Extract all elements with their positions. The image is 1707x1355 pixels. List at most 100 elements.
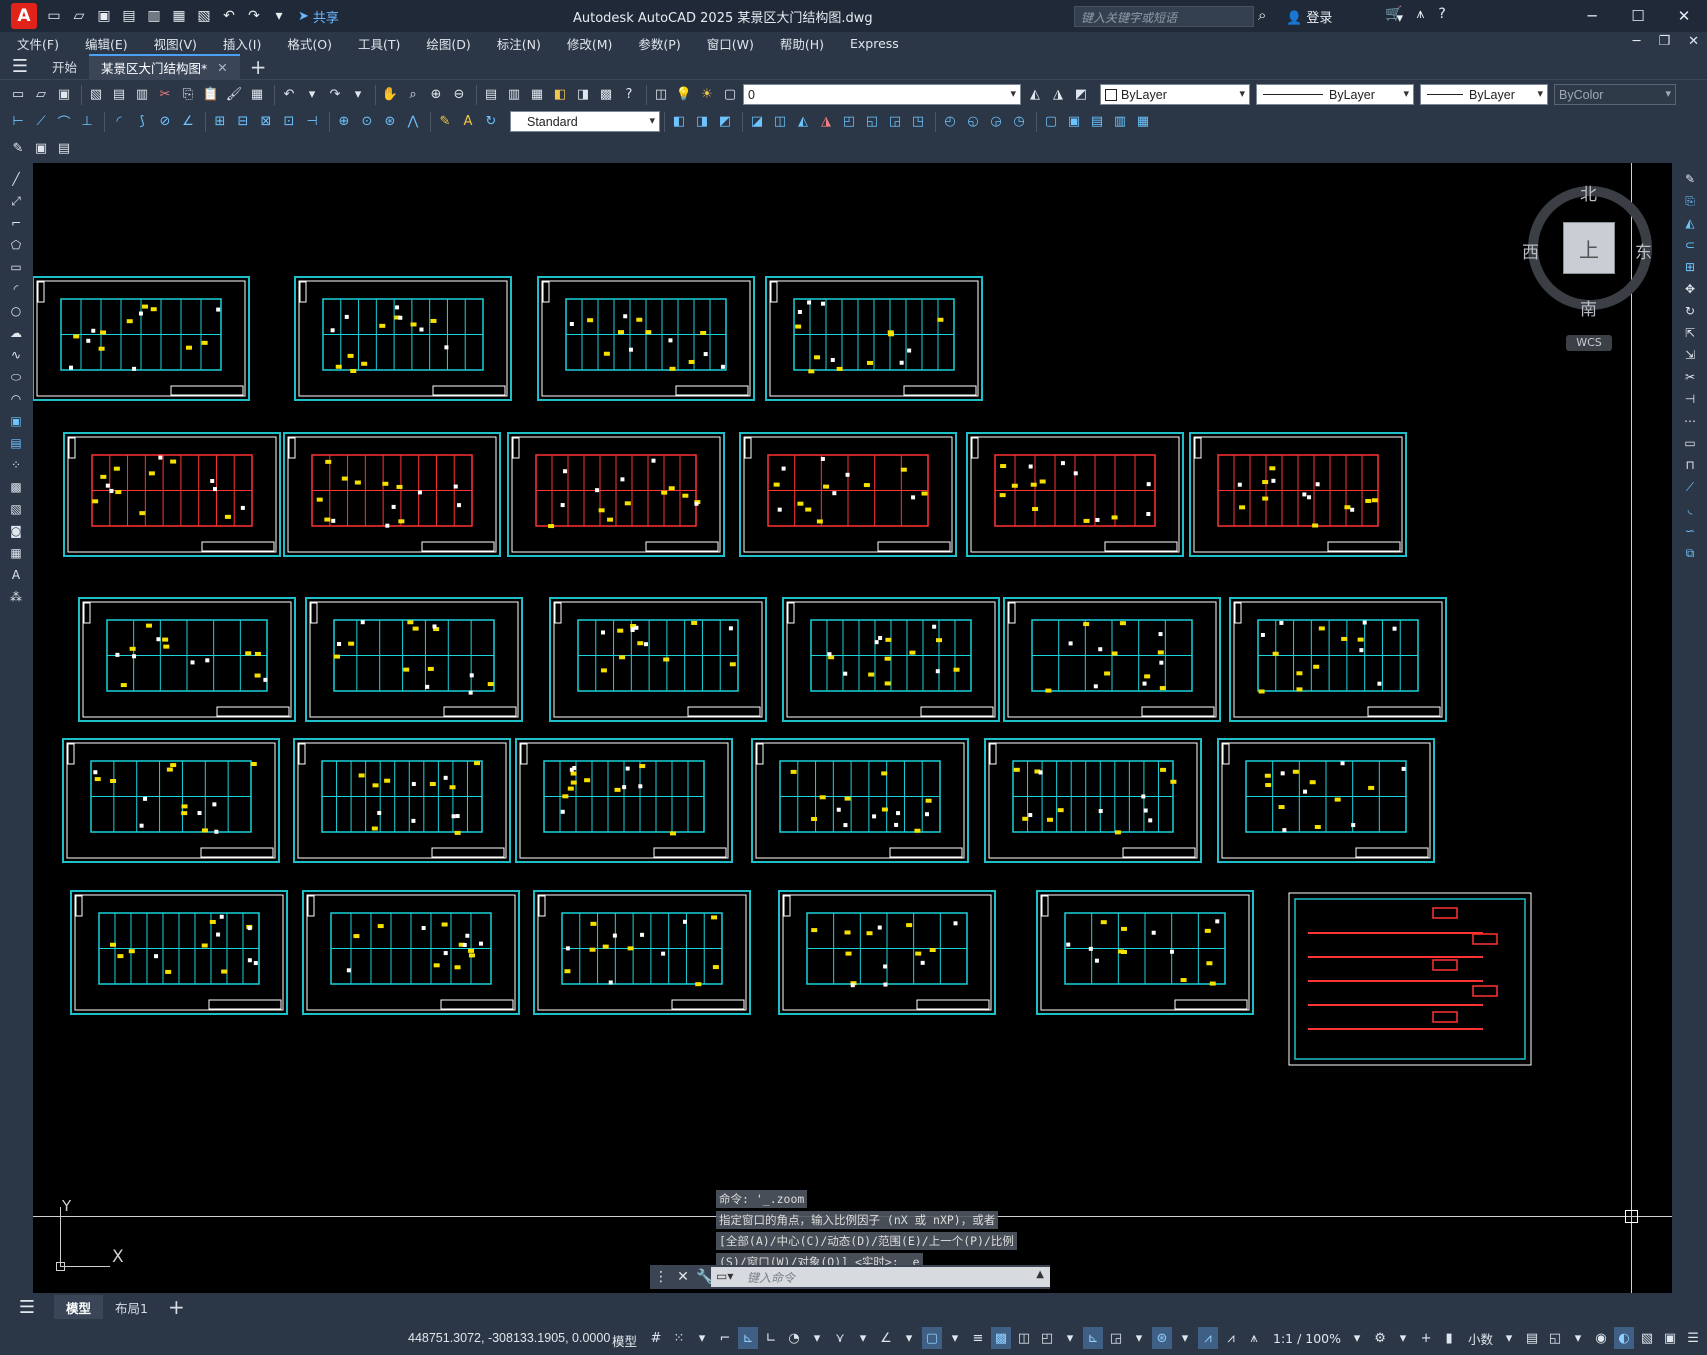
plot-icon[interactable]: ▧ bbox=[86, 85, 106, 105]
snap-icon[interactable]: ⁙ bbox=[669, 1327, 689, 1349]
spline-icon[interactable]: ∿ bbox=[6, 345, 26, 365]
open-icon[interactable]: ▱ bbox=[31, 85, 51, 105]
cart-icon[interactable]: 🛒 bbox=[1385, 6, 1402, 22]
break-at-point-icon[interactable]: ⋯ bbox=[1680, 411, 1700, 431]
lineweight-icon[interactable]: ≡ bbox=[968, 1327, 988, 1349]
menu-edit[interactable]: 编辑(E) bbox=[85, 34, 128, 53]
attribute-manager-icon[interactable]: ▤ bbox=[54, 139, 74, 159]
insert-block-icon[interactable]: ▣ bbox=[6, 411, 26, 431]
make-current-icon[interactable]: ◭ bbox=[1025, 85, 1045, 105]
help-icon[interactable]: ? bbox=[1438, 6, 1445, 22]
isodraft-icon[interactable]: ⋎ bbox=[830, 1327, 850, 1349]
model-space-toggle[interactable]: 模型 bbox=[612, 1331, 637, 1350]
menu-window[interactable]: 窗口(W) bbox=[707, 34, 754, 53]
menu-help[interactable]: 帮助(H) bbox=[780, 34, 824, 53]
jogged-linear-icon[interactable]: ⋀ bbox=[403, 112, 423, 132]
arc-length-icon[interactable]: ⌒ bbox=[54, 112, 74, 132]
save-icon[interactable]: ▣ bbox=[93, 5, 115, 27]
stretch-icon[interactable]: ⇲ bbox=[1680, 345, 1700, 365]
box-icon[interactable]: ◧ bbox=[669, 112, 689, 132]
3d-osnap-dropdown-icon[interactable]: ▾ bbox=[1060, 1327, 1080, 1349]
drawing-sheet[interactable] bbox=[1217, 738, 1435, 863]
tab-close-icon[interactable]: ✕ bbox=[217, 60, 227, 75]
dynamic-ucs-icon[interactable]: ⊾ bbox=[1083, 1327, 1103, 1349]
command-grip-icon[interactable]: ⋮ bbox=[650, 1269, 672, 1285]
add-selected-icon[interactable]: ⁂ bbox=[6, 587, 26, 607]
print-icon[interactable]: ▧ bbox=[193, 5, 215, 27]
doc-minimize-icon[interactable]: ─ bbox=[1633, 34, 1641, 49]
redo-dropdown-icon[interactable]: ▾ bbox=[348, 85, 368, 105]
lock-dropdown-icon[interactable]: ▾ bbox=[1568, 1327, 1588, 1349]
continue-dim-icon[interactable]: ⊠ bbox=[256, 112, 276, 132]
drawing-sheet[interactable] bbox=[283, 432, 501, 557]
jogged-dim-icon[interactable]: ⟆ bbox=[132, 112, 152, 132]
redo-icon[interactable]: ↷ bbox=[243, 5, 265, 27]
polyline-icon[interactable]: ⌐ bbox=[6, 213, 26, 233]
units-dropdown-icon[interactable]: ▾ bbox=[1499, 1327, 1519, 1349]
move-icon[interactable]: ✥ bbox=[1680, 279, 1700, 299]
multiline-text-icon[interactable]: A bbox=[6, 565, 26, 585]
array-icon[interactable]: ⊞ bbox=[1680, 257, 1700, 277]
drawing-sheet[interactable] bbox=[294, 276, 512, 401]
drawing-sheet[interactable] bbox=[78, 597, 296, 722]
trim-icon[interactable]: ✂ bbox=[1680, 367, 1700, 387]
calculator-icon[interactable]: ▩ bbox=[596, 85, 616, 105]
tab-model[interactable]: 模型 bbox=[54, 1295, 104, 1319]
line-icon[interactable]: ╱ bbox=[6, 169, 26, 189]
annotation-monitor-icon[interactable]: + bbox=[1416, 1327, 1436, 1349]
object-snap-icon[interactable]: ▢ bbox=[922, 1327, 942, 1349]
drawing-sheet[interactable] bbox=[70, 890, 288, 1015]
layer-on-icon[interactable]: 💡 bbox=[674, 85, 694, 105]
tool-palettes-icon[interactable]: ▦ bbox=[527, 85, 547, 105]
quick-properties-icon[interactable]: ▤ bbox=[1522, 1327, 1542, 1349]
table-icon[interactable]: ▦ bbox=[6, 543, 26, 563]
drawing-sheet[interactable] bbox=[778, 890, 996, 1015]
minimize-icon[interactable]: ─ bbox=[1569, 0, 1615, 32]
gradient-icon[interactable]: ▧ bbox=[6, 499, 26, 519]
add-layout-icon[interactable]: + bbox=[168, 1295, 185, 1319]
new-tab-icon[interactable]: + bbox=[250, 55, 267, 79]
make-block-icon[interactable]: ▤ bbox=[6, 433, 26, 453]
filter-dropdown-icon[interactable]: ▾ bbox=[1129, 1327, 1149, 1349]
maximize-icon[interactable]: ☐ bbox=[1615, 0, 1661, 32]
cut-icon[interactable]: ✂ bbox=[155, 85, 175, 105]
dynamic-input-icon[interactable]: ⊾ bbox=[738, 1327, 758, 1349]
color-dropdown[interactable]: ByLayer ▾ bbox=[1100, 84, 1250, 105]
autocad-logo-icon[interactable]: A bbox=[11, 3, 37, 29]
zoom-window-icon[interactable]: ⊕ bbox=[426, 85, 446, 105]
menu-icon[interactable]: ☰ bbox=[0, 56, 40, 77]
properties-icon[interactable]: ▤ bbox=[481, 85, 501, 105]
coordinates-readout[interactable]: 448751.3072, -308133.1905, 0.0000 bbox=[408, 1331, 610, 1345]
osnap-dropdown-icon[interactable]: ▾ bbox=[945, 1327, 965, 1349]
lock-ui-icon[interactable]: ◱ bbox=[1545, 1327, 1565, 1349]
command-input[interactable]: ▭▾ 键入命令 ▲ bbox=[711, 1267, 1050, 1287]
intersect-icon[interactable]: ◳ bbox=[908, 112, 928, 132]
qnew-icon[interactable]: ▭ bbox=[8, 85, 28, 105]
drawing-sheet[interactable] bbox=[63, 432, 281, 557]
ellipse-arc-icon[interactable]: ◠ bbox=[6, 389, 26, 409]
workspace-dropdown-icon[interactable]: ▾ bbox=[1393, 1327, 1413, 1349]
ordinate-dim-icon[interactable]: ⊥ bbox=[77, 112, 97, 132]
ortho-icon[interactable]: ∟ bbox=[761, 1327, 781, 1349]
drawing-sheet[interactable] bbox=[305, 597, 523, 722]
snap-dropdown-icon[interactable]: ▾ bbox=[692, 1327, 712, 1349]
clean-screen-icon[interactable]: ▣ bbox=[1660, 1327, 1680, 1349]
search-input[interactable]: 键入关键字或短语 bbox=[1074, 6, 1254, 27]
lineweight-dropdown[interactable]: ByLayer ▾ bbox=[1420, 84, 1548, 105]
design-center-icon[interactable]: ▥ bbox=[504, 85, 524, 105]
gizmo-icon[interactable]: ⊛ bbox=[1152, 1327, 1172, 1349]
explode-icon[interactable]: ⧉ bbox=[1680, 543, 1700, 563]
layer-freeze-icon[interactable]: ☀ bbox=[697, 85, 717, 105]
aligned-dim-icon[interactable]: ⟋ bbox=[31, 112, 51, 132]
menu-insert[interactable]: 插入(I) bbox=[223, 34, 261, 53]
loft-icon[interactable]: ◰ bbox=[839, 112, 859, 132]
match-properties-icon[interactable]: 🖌 bbox=[224, 85, 244, 105]
dim-break-icon[interactable]: ⊣ bbox=[302, 112, 322, 132]
publish-3d-icon[interactable]: ▥ bbox=[132, 85, 152, 105]
subtract-icon[interactable]: ◲ bbox=[885, 112, 905, 132]
customization-icon[interactable]: ☰ bbox=[1683, 1327, 1703, 1349]
dim-edit-icon[interactable]: ✎ bbox=[435, 112, 455, 132]
union-icon[interactable]: ◱ bbox=[862, 112, 882, 132]
drawing-sheet[interactable] bbox=[33, 276, 250, 401]
fillet-icon[interactable]: ◟ bbox=[1680, 499, 1700, 519]
